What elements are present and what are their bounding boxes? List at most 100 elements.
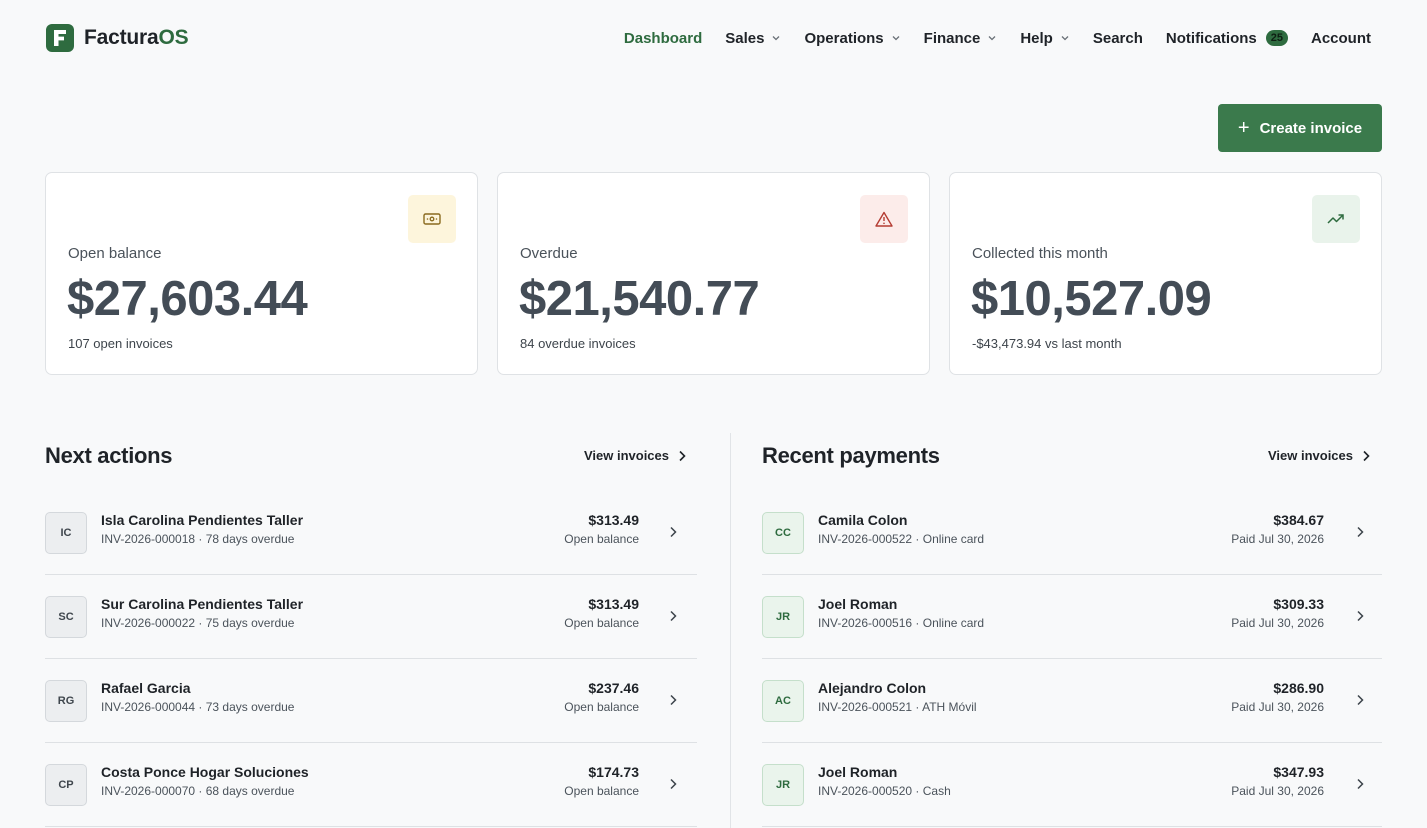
row-amount-label: Paid Jul 30, 2026 [1231, 700, 1324, 714]
brand-name-main: Factura [84, 26, 159, 49]
card-subtext: 84 overdue invoices [520, 336, 636, 351]
view-invoices-label: View invoices [583, 448, 669, 463]
invoice-meta: INV-2026-000018 · 78 days overdue [101, 532, 295, 546]
nav-dashboard-label: Dashboard [623, 29, 703, 47]
nav-operations-label: Operations [804, 29, 884, 47]
invoice-meta: INV-2026-000522 · Online card [818, 532, 985, 546]
chevron-right-icon [1357, 610, 1364, 622]
chevron-down-icon [1061, 36, 1069, 41]
avatar: AC [762, 680, 804, 722]
brand-name: FacturaOS [84, 26, 189, 50]
customer-name: Isla Carolina Pendientes Taller [101, 512, 304, 528]
chevron-right-icon [670, 778, 677, 790]
avatar: SC [45, 596, 87, 638]
dashboard-page: FacturaOS Dashboard Sales Operations Fin… [0, 0, 1427, 828]
nav-help[interactable]: Help [1020, 30, 1070, 47]
chevron-right-icon [1357, 778, 1364, 790]
nav-search[interactable]: Search [1093, 30, 1143, 47]
recent-payment-row[interactable]: AC Alejandro Colon INV-2026-000521 · ATH… [762, 659, 1382, 743]
chevron-down-icon [892, 36, 900, 41]
nav-finance[interactable]: Finance [924, 30, 998, 47]
alert-triangle-icon [860, 195, 908, 243]
row-amount-label: Paid Jul 30, 2026 [1231, 784, 1324, 798]
recent-payment-row[interactable]: JR Joel Roman INV-2026-000516 · Online c… [762, 575, 1382, 659]
chevron-right-icon [670, 610, 677, 622]
chevron-right-icon [1357, 694, 1364, 706]
chevron-down-icon [773, 36, 780, 41]
card-subtext: -$43,473.94 vs last month [972, 336, 1122, 351]
section-divider [730, 433, 731, 828]
card-amount: $10,527.09 [971, 272, 1212, 326]
plus-icon: + [1237, 117, 1250, 139]
next-action-row[interactable]: RG Rafael Garcia INV-2026-000044 · 73 da… [45, 659, 697, 743]
row-amount: $313.49 [588, 596, 639, 612]
nav-sales[interactable]: Sales [725, 30, 781, 47]
next-action-row[interactable]: CP Costa Ponce Hogar Soluciones INV-2026… [45, 743, 697, 827]
recent-payments-view-invoices-link[interactable]: View invoices [1268, 448, 1370, 463]
avatar: IC [45, 512, 87, 554]
row-amount-label: Paid Jul 30, 2026 [1231, 532, 1324, 546]
row-amount-label: Open balance [564, 700, 639, 714]
card-amount: $27,603.44 [67, 272, 308, 326]
view-invoices-label: View invoices [1267, 448, 1353, 463]
nav-finance-label: Finance [923, 29, 981, 47]
row-amount: $286.90 [1273, 680, 1324, 696]
nav-notifications[interactable]: Notifications 25 [1166, 30, 1288, 47]
top-header: FacturaOS Dashboard Sales Operations Fin… [0, 0, 1427, 76]
trending-up-icon [1312, 195, 1360, 243]
invoice-meta: INV-2026-000516 · Online card [818, 616, 985, 630]
card-label: Overdue [520, 245, 578, 262]
recent-payment-row[interactable]: JR Joel Roman INV-2026-000520 · Cash $34… [762, 743, 1382, 827]
customer-name: Costa Ponce Hogar Soluciones [101, 764, 309, 780]
row-amount: $313.49 [588, 512, 639, 528]
recent-payment-row[interactable]: CC Camila Colon INV-2026-000522 · Online… [762, 491, 1382, 575]
create-invoice-label: Create invoice [1259, 119, 1363, 137]
avatar: CC [762, 512, 804, 554]
next-actions-title: Next actions [45, 443, 173, 468]
create-invoice-button[interactable]: + Create invoice [1218, 104, 1382, 152]
row-amount: $237.46 [588, 680, 639, 696]
chevron-right-icon [670, 694, 677, 706]
chevron-right-icon [679, 450, 686, 461]
card-label: Open balance [68, 245, 162, 262]
invoice-meta: INV-2026-000070 · 68 days overdue [101, 784, 295, 798]
nav-account-label: Account [1311, 29, 1371, 47]
recent-payments-title: Recent payments [762, 443, 940, 468]
customer-name: Rafael Garcia [101, 680, 191, 696]
next-actions-view-invoices-link[interactable]: View invoices [584, 448, 686, 463]
banknote-icon [408, 195, 456, 243]
avatar: JR [762, 596, 804, 638]
avatar: JR [762, 764, 804, 806]
invoice-meta: INV-2026-000521 · ATH Móvil [818, 700, 977, 714]
row-amount: $347.93 [1273, 764, 1324, 780]
invoice-meta: INV-2026-000520 · Cash [818, 784, 951, 798]
chevron-down-icon [988, 36, 996, 41]
next-action-row[interactable]: IC Isla Carolina Pendientes Taller INV-2… [45, 491, 697, 575]
nav-search-label: Search [1092, 29, 1143, 47]
logo-icon [46, 24, 74, 52]
row-amount-label: Open balance [564, 532, 639, 546]
avatar: RG [45, 680, 87, 722]
customer-name: Sur Carolina Pendientes Taller [101, 596, 304, 612]
row-amount-label: Paid Jul 30, 2026 [1231, 616, 1324, 630]
card-label: Collected this month [972, 245, 1108, 262]
chevron-right-icon [1357, 526, 1364, 538]
card-amount: $21,540.77 [519, 272, 760, 326]
card-subtext: 107 open invoices [68, 336, 173, 351]
nav-help-label: Help [1020, 29, 1053, 47]
avatar: CP [45, 764, 87, 806]
row-amount-label: Open balance [564, 616, 639, 630]
row-amount: $309.33 [1273, 596, 1324, 612]
next-action-row[interactable]: SC Sur Carolina Pendientes Taller INV-20… [45, 575, 697, 659]
brand-logo[interactable]: FacturaOS [46, 24, 189, 52]
nav-operations[interactable]: Operations [804, 30, 900, 47]
nav-dashboard[interactable]: Dashboard [624, 30, 702, 47]
nav-sales-label: Sales [725, 29, 765, 47]
notifications-count-badge: 25 [1265, 30, 1288, 46]
customer-name: Camila Colon [818, 512, 908, 528]
row-amount: $384.67 [1273, 512, 1324, 528]
nav-notifications-label: Notifications [1165, 29, 1257, 47]
nav-account[interactable]: Account [1311, 30, 1371, 47]
customer-name: Joel Roman [818, 596, 898, 612]
brand-name-accent: OS [158, 26, 189, 49]
